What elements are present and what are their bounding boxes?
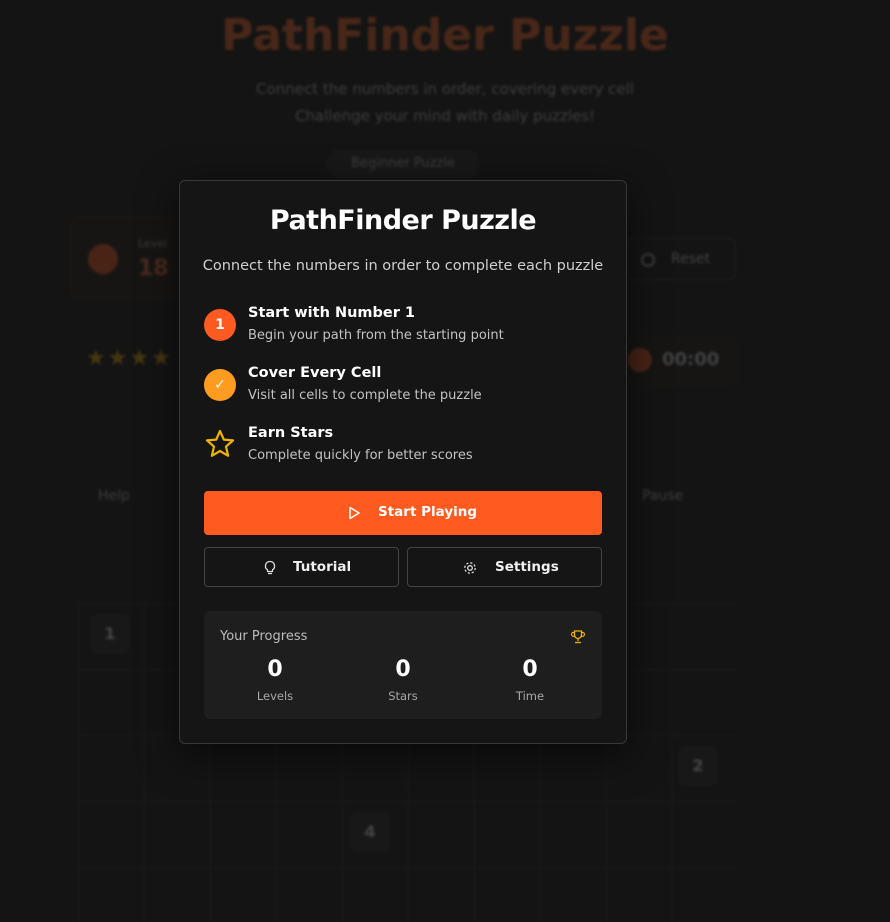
tutorial-button[interactable]: Tutorial	[204, 547, 399, 587]
modal-subtitle: Connect the numbers in order to complete…	[202, 258, 604, 274]
bg-grid-cell-number: 4	[350, 812, 390, 852]
step-title: Earn Stars	[248, 425, 334, 441]
welcome-modal: PathFinder Puzzle Connect the numbers in…	[179, 180, 627, 744]
levels-caption: Levels	[256, 689, 294, 703]
step-title: Start with Number 1	[248, 305, 416, 321]
bg-pause-button: Pause	[642, 488, 684, 504]
step-cover-every-cell: ✓ Cover Every Cell Visit all cells to co…	[204, 365, 604, 417]
stars-value: 0	[395, 657, 411, 682]
step-title: Cover Every Cell	[248, 365, 382, 381]
progress-time: 0 Time	[470, 657, 590, 703]
progress-levels: 0 Levels	[215, 657, 335, 703]
clock-icon	[628, 348, 652, 372]
bg-difficulty-pill: Beginner Puzzle	[326, 149, 480, 179]
star-icon	[205, 429, 235, 457]
checkmark-icon: ✓	[204, 369, 236, 401]
step-start-with-one: 1 Start with Number 1 Begin your path fr…	[204, 305, 604, 357]
step-number-badge: 1	[204, 309, 236, 341]
bg-grid-cell-number: 2	[678, 746, 718, 786]
step-description: Visit all cells to complete the puzzle	[248, 388, 482, 403]
bg-reset-button: Reset	[626, 238, 736, 280]
start-playing-label: Start Playing	[378, 504, 478, 520]
bg-subtitle-line1: Connect the numbers in order, covering e…	[256, 80, 634, 98]
step-earn-stars: Earn Stars Complete quickly for better s…	[204, 425, 604, 477]
modal-title: PathFinder Puzzle	[269, 205, 537, 236]
reset-icon	[641, 253, 655, 267]
progress-label: Your Progress	[220, 629, 308, 644]
progress-panel: Your Progress 0 Levels 0 Stars 0 Time	[204, 611, 602, 719]
progress-stars: 0 Stars	[343, 657, 463, 703]
trophy-icon	[570, 630, 586, 644]
play-icon	[349, 506, 360, 520]
time-value: 0	[522, 657, 538, 682]
bg-timer: 00:00	[616, 334, 740, 388]
level-icon	[88, 244, 118, 274]
levels-value: 0	[267, 657, 283, 682]
lightbulb-icon	[264, 560, 276, 575]
step-description: Begin your path from the starting point	[248, 328, 504, 343]
settings-button[interactable]: Settings	[407, 547, 602, 587]
gear-icon	[464, 562, 476, 574]
bg-level-value: 18	[138, 256, 169, 281]
start-playing-button[interactable]: Start Playing	[204, 491, 602, 535]
bg-star-rating: ★★★★	[86, 346, 173, 371]
time-caption: Time	[515, 689, 545, 703]
bg-level-label: Level	[138, 237, 168, 250]
settings-label: Settings	[495, 559, 559, 575]
bg-timer-value: 00:00	[662, 349, 720, 370]
bg-grid-cell-number: 1	[90, 614, 130, 654]
bg-subtitle-line2: Challenge your mind with daily puzzles!	[294, 107, 596, 125]
bg-title: PathFinder Puzzle	[221, 10, 669, 61]
bg-help-button: Help	[98, 488, 130, 504]
bg-reset-label: Reset	[671, 251, 711, 267]
step-description: Complete quickly for better scores	[248, 448, 473, 463]
stars-caption: Stars	[388, 689, 418, 703]
tutorial-label: Tutorial	[293, 559, 352, 575]
